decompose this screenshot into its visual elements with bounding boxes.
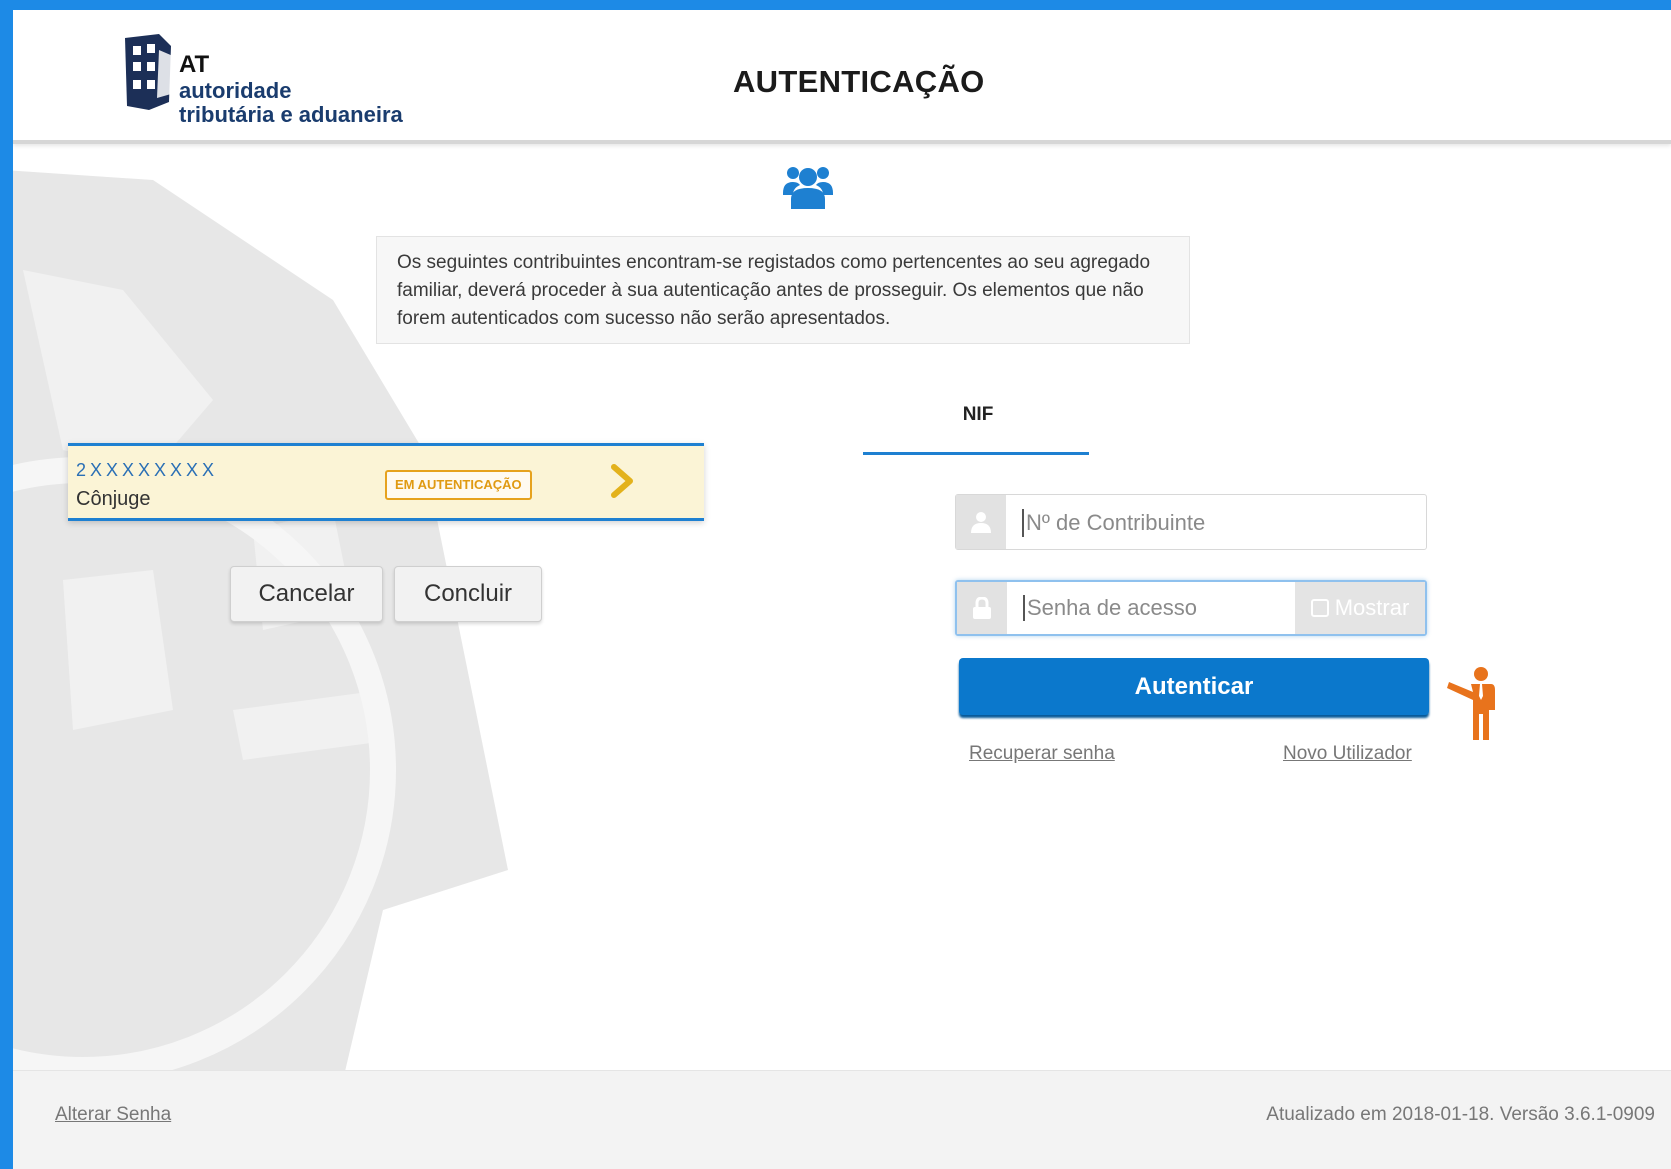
version-text: Atualizado em 2018-01-18. Versão 3.6.1-0… bbox=[1266, 1104, 1655, 1125]
show-password-label: Mostrar bbox=[1334, 595, 1410, 620]
logo-line-2: tributária e aduaneira bbox=[179, 102, 403, 127]
at-logo[interactable]: AT autoridade tributária e aduaneira bbox=[119, 32, 419, 127]
logo-line-1: autoridade bbox=[179, 78, 292, 103]
page-footer: Alterar Senha Atualizado em 2018-01-18. … bbox=[13, 1070, 1671, 1169]
chevron-right-icon[interactable] bbox=[608, 463, 636, 499]
household-notice: Os seguintes contribuintes encontram-se … bbox=[376, 236, 1190, 344]
logo-abbrev: AT bbox=[179, 51, 210, 78]
tab-nif[interactable]: NIF bbox=[863, 404, 1093, 426]
page-header: AT autoridade tributária e aduaneira AUT… bbox=[13, 10, 1671, 144]
lock-icon bbox=[957, 582, 1007, 634]
status-badge: EM AUTENTICAÇÃO bbox=[385, 470, 532, 500]
shield-logo-icon bbox=[125, 34, 173, 110]
page-title: AUTENTICAÇÃO bbox=[733, 64, 985, 99]
pointing-guide-icon bbox=[1447, 667, 1495, 740]
password-input[interactable]: Senha de acesso Mostrar bbox=[955, 580, 1427, 636]
tab-active-indicator bbox=[863, 452, 1089, 455]
users-group-icon bbox=[783, 167, 833, 209]
nif-placeholder: Nº de Contribuinte bbox=[1022, 509, 1205, 537]
member-role: Cônjuge bbox=[76, 488, 151, 510]
household-member-card[interactable]: 2XXXXXXXX Cônjuge EM AUTENTICAÇÃO bbox=[68, 443, 704, 521]
user-icon bbox=[956, 495, 1006, 549]
member-nif: 2XXXXXXXX bbox=[76, 460, 219, 480]
nif-input[interactable]: Nº de Contribuinte bbox=[955, 494, 1427, 550]
checkbox-icon[interactable] bbox=[1310, 599, 1329, 617]
new-user-link[interactable]: Novo Utilizador bbox=[1283, 743, 1412, 765]
conclude-button[interactable]: Concluir bbox=[394, 566, 542, 622]
app-frame: AT autoridade tributária e aduaneira AUT… bbox=[13, 10, 1671, 1169]
cancel-button[interactable]: Cancelar bbox=[230, 566, 383, 622]
password-placeholder: Senha de acesso bbox=[1023, 595, 1197, 621]
authenticate-button[interactable]: Autenticar bbox=[959, 658, 1429, 715]
change-password-link[interactable]: Alterar Senha bbox=[55, 1104, 171, 1126]
recover-password-link[interactable]: Recuperar senha bbox=[969, 743, 1115, 765]
show-password-toggle[interactable]: Mostrar bbox=[1295, 582, 1425, 634]
